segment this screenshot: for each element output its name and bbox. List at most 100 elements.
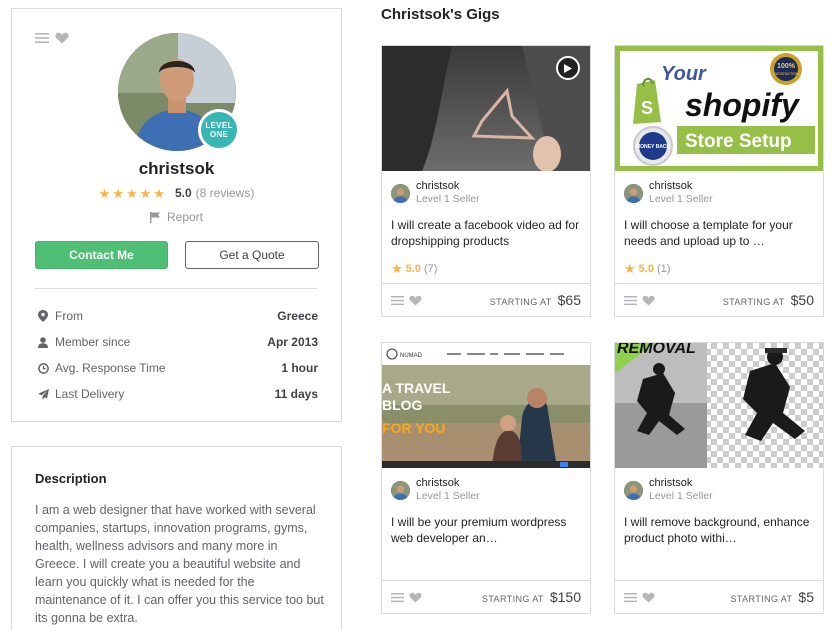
seller-name: christsok: [649, 477, 693, 489]
heart-icon[interactable]: [642, 592, 655, 603]
gig-rating-count: (7): [423, 262, 438, 275]
thumb-text: shopify: [685, 87, 801, 123]
heart-icon[interactable]: [55, 32, 69, 44]
gig-thumbnail[interactable]: [382, 46, 590, 171]
stat-value: 1 hour: [281, 361, 318, 375]
gig-thumbnail[interactable]: Store Setup Your shopify S 100% SATISFAC…: [615, 46, 823, 171]
description-card: Description I am a web designer that hav…: [11, 446, 342, 630]
list-icon[interactable]: [624, 295, 637, 306]
seller-level: Level 1 Seller: [416, 193, 480, 205]
gig-rating-value: 5.0: [638, 262, 654, 275]
gig-footer: STARTING AT $50: [615, 283, 823, 316]
description-text: I am a web designer that have worked wit…: [35, 503, 324, 625]
list-icon[interactable]: [624, 592, 637, 603]
list-icon[interactable]: [391, 295, 404, 306]
gig-seller[interactable]: christsok Level 1 Seller: [624, 180, 713, 206]
gig-thumbnail[interactable]: REMOVAL: [615, 343, 823, 468]
thumb-text: Your: [661, 63, 707, 85]
rating-count[interactable]: (8 reviews): [196, 186, 255, 200]
thumb-text: FOR YOU: [382, 420, 446, 436]
heart-icon[interactable]: [409, 295, 422, 306]
gig-card[interactable]: Store Setup Your shopify S 100% SATISFAC…: [614, 45, 824, 317]
stat-label: Member since: [55, 335, 131, 349]
level-badge-line1: LEVEL: [205, 121, 233, 130]
stat-value: 11 days: [274, 387, 318, 401]
list-icon[interactable]: [35, 32, 49, 44]
contact-me-button[interactable]: Contact Me: [35, 241, 168, 269]
star-icon: ★: [125, 185, 138, 201]
gig-price[interactable]: STARTING AT $65: [490, 292, 581, 308]
price-value: $65: [557, 292, 581, 308]
level-badge-line2: ONE: [209, 130, 229, 139]
get-quote-button[interactable]: Get a Quote: [185, 241, 319, 269]
stat-value: Greece: [277, 309, 318, 323]
gig-seller[interactable]: christsok Level 1 Seller: [624, 477, 713, 503]
profile-card: LEVEL ONE christsok ★ ★ ★ ★ ★ 5.0 (8 rev…: [11, 8, 342, 422]
thumb-text: MONEY BACK: [636, 144, 670, 150]
thumb-text: Store Setup: [685, 131, 792, 152]
seller-avatar: [624, 480, 643, 500]
thumb-text: SATISFACTION: [773, 72, 798, 76]
price-value: $5: [798, 589, 814, 605]
list-icon[interactable]: [391, 592, 404, 603]
level-badge: LEVEL ONE: [198, 109, 240, 151]
gig-price[interactable]: STARTING AT $50: [723, 292, 814, 308]
seller-avatar: [391, 183, 410, 203]
gig-rating-count: (1): [656, 262, 671, 275]
profile-stats: From Greece Member since Apr 2013 Avg. R…: [35, 303, 318, 407]
stat-row-member-since: Member since Apr 2013: [35, 329, 318, 355]
profile-username[interactable]: christsok: [12, 159, 341, 179]
star-icon: ★: [139, 185, 152, 201]
starting-at-label: STARTING AT: [489, 297, 552, 307]
seller-level: Level 1 Seller: [649, 193, 713, 205]
heart-icon[interactable]: [409, 592, 422, 603]
price-value: $150: [549, 589, 581, 605]
seller-name: christsok: [416, 477, 460, 489]
star-icon: ★: [112, 185, 124, 201]
starting-at-label: STARTING AT: [730, 594, 793, 604]
gig-card[interactable]: REMOVAL christsok Level 1 Seller I will …: [614, 342, 824, 614]
starting-at-label: STARTING AT: [722, 297, 785, 307]
gig-footer: STARTING AT $150: [382, 580, 590, 613]
gig-rating: ★ 5.0 (7): [391, 262, 437, 275]
description-title: Description: [35, 471, 107, 486]
gig-title[interactable]: I will choose a template for your needs …: [624, 217, 816, 249]
thumb-text: BLOG: [382, 397, 423, 413]
stat-row-last-delivery: Last Delivery 11 days: [35, 381, 318, 407]
thumb-text: REMOVAL: [617, 343, 696, 357]
gig-footer: STARTING AT $65: [382, 283, 590, 316]
gig-seller[interactable]: christsok Level 1 Seller: [391, 477, 480, 503]
seller-level: Level 1 Seller: [416, 490, 480, 502]
gig-rating-value: 5.0: [405, 262, 421, 275]
price-value: $50: [790, 292, 814, 308]
gig-card[interactable]: christsok Level 1 Seller I will create a…: [381, 45, 591, 317]
play-video-button[interactable]: [556, 56, 580, 80]
stat-value: Apr 2013: [267, 335, 318, 349]
report-link[interactable]: Report: [12, 210, 341, 224]
gig-thumbnail[interactable]: NUMAD A TRAVEL BLOG FOR YOU: [382, 343, 590, 468]
seller-avatar: [391, 480, 410, 500]
gig-card[interactable]: NUMAD A TRAVEL BLOG FOR YOU christsok Le…: [381, 342, 591, 614]
star-icon: ★: [153, 185, 165, 201]
star-icon: ★: [391, 261, 403, 276]
thumb-text: NUMAD: [400, 353, 423, 359]
gig-price[interactable]: STARTING AT $150: [482, 589, 581, 605]
seller-name: christsok: [649, 180, 693, 192]
seller-name: christsok: [416, 180, 460, 192]
heart-icon[interactable]: [642, 295, 655, 306]
gigs-section-title: Christsok's Gigs: [381, 6, 500, 23]
stat-label: Avg. Response Time: [55, 361, 166, 375]
gig-title[interactable]: I will create a facebook video ad for dr…: [391, 217, 583, 249]
divider: [35, 288, 318, 289]
gig-seller[interactable]: christsok Level 1 Seller: [391, 180, 480, 206]
rating-value: 5.0: [174, 186, 192, 200]
profile-top-actions: [35, 32, 69, 44]
gig-price[interactable]: STARTING AT $5: [731, 589, 815, 605]
clock-icon: [35, 362, 51, 374]
stat-row-from: From Greece: [35, 303, 318, 329]
gig-title[interactable]: I will be your premium wordpress web dev…: [391, 514, 583, 546]
paper-plane-icon: [35, 388, 51, 400]
gig-title[interactable]: I will remove background, enhance produc…: [624, 514, 816, 546]
thumb-text: 100%: [777, 63, 796, 70]
gig-footer: STARTING AT $5: [615, 580, 823, 613]
